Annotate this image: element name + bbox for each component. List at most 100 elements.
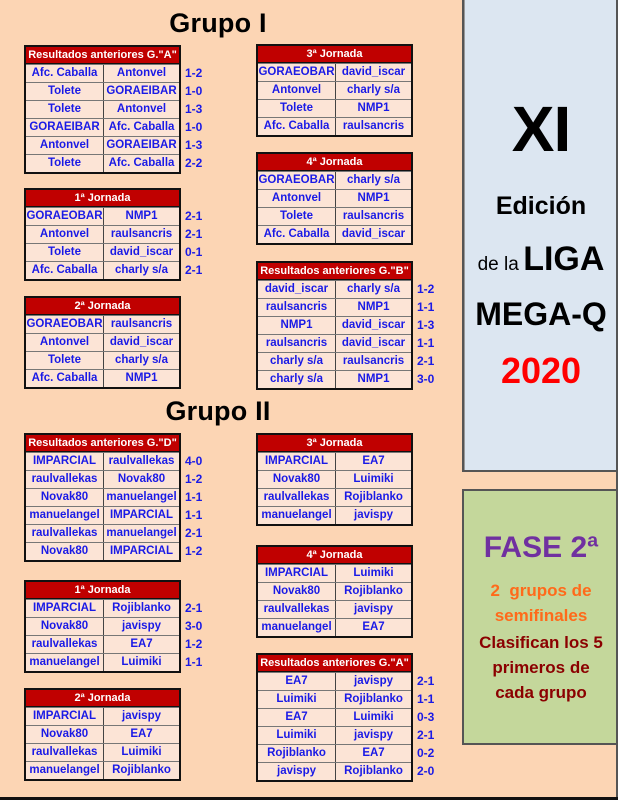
home-team: Novak80 [258,583,336,600]
match-score: 1-0 [185,84,203,98]
match-row: raulvallekas Novak80 [26,470,179,488]
away-team: manuelangel [106,527,177,539]
fixture-table: Resultados anteriores G."A" Afc. Caballa A… [24,45,181,174]
match-score [413,564,443,582]
match-score: 1-3 [185,138,203,152]
match-score: 1-0 [185,120,203,134]
match-row: raulvallekas Luimiki [26,743,179,761]
fixture-table-header: 2ª Jornada [26,690,179,707]
home-team: manuelangel [26,654,104,671]
match-row: Novak80 IMPARCIAL [26,542,179,560]
home-team: Tolete [26,101,104,118]
home-team: manuelangel [258,619,336,636]
away-team: NMP1 [357,102,390,114]
match-row: Tolete NMP1 [258,99,411,117]
match-row: Afc. Caballa NMP1 [26,369,179,387]
match-row: NMP1 david_iscar [258,316,411,334]
match-row: manuelangel Luimiki [26,653,179,671]
match-score: 1-1 [185,490,203,504]
away-team: david_iscar [109,246,174,258]
home-team: charly s/a [258,371,336,388]
match-score: 2-1 [417,728,435,742]
score-column [413,63,443,135]
score-column [413,564,443,636]
away-team: Antonvel [116,103,167,115]
home-team: charly s/a [258,353,336,370]
de-la-text: de la [477,254,519,275]
home-team: Tolete [258,100,336,117]
score-column: 1-2 1-1 1-3 1-1 2-1 3-0 [413,280,443,388]
away-team: Luimiki [121,656,162,668]
match-row: Antonvel NMP1 [258,189,411,207]
home-team: Tolete [26,155,104,172]
fixture-table: Resultados anteriores G."A" EA7 javispy Lui… [256,653,413,782]
home-team: GORAEOBAR [258,64,336,81]
home-team: javispy [258,763,336,780]
match-score: 2-1 [185,526,203,540]
fixture-table-header: Resultados anteriores G."B" [258,263,411,280]
home-team: Antonvel [26,334,104,351]
home-team: Antonvel [26,226,104,243]
home-team: Novak80 [26,726,104,743]
phase-panel: FASE 2ª 2 grupos de semifinales Clasific… [462,489,618,745]
away-team: EA7 [362,747,385,759]
fixture-table: 2ª Jornada IMPARCIAL javispy Novak80 EA7 raul… [24,688,181,781]
score-column [413,452,443,524]
match-score [413,582,443,600]
home-team: GORAEOBAR [258,172,336,189]
fixture-table-header: 4ª Jornada [258,547,411,564]
match-row: Luimiki Rojiblanko [258,690,411,708]
home-team: Afc. Caballa [258,118,336,135]
home-team: IMPARCIAL [258,565,336,582]
score-column: 1-2 1-0 1-3 1-0 1-3 2-2 [181,64,211,172]
home-team: manuelangel [26,762,104,779]
away-team: Rojiblanko [112,602,171,614]
home-team: Tolete [26,244,104,261]
match-score [413,207,443,225]
match-score [413,452,443,470]
away-team: Antonvel [116,67,167,79]
home-team: david_iscar [258,281,336,298]
phase-note-line-3: cada grupo [495,683,587,702]
liga-text: LIGA [523,240,605,278]
away-team: david_iscar [341,337,406,349]
away-team: EA7 [130,728,153,740]
match-row: Tolete raulsancris [258,207,411,225]
match-row: EA7 Luimiki [258,708,411,726]
match-score: 2-0 [417,764,435,778]
home-team: EA7 [258,709,336,726]
away-team: javispy [354,675,393,687]
phase-subtitle-line-1: 2 grupos de [490,581,592,600]
match-row: Novak80 javispy [26,617,179,635]
home-team: manuelangel [26,507,104,524]
match-row: raulvallekas manuelangel [26,524,179,542]
match-score [181,725,211,743]
match-score [181,369,211,387]
home-team: Novak80 [258,471,336,488]
match-row: Luimiki javispy [258,726,411,744]
fixture-table: 4ª Jornada GORAEOBAR charly s/a Antonvel NMP… [256,152,413,245]
phase-title: FASE 2ª [483,531,599,564]
match-row: javispy Rojiblanko [258,762,411,780]
match-row: IMPARCIAL Luimiki [258,564,411,582]
match-score: 1-1 [417,336,435,350]
home-team: IMPARCIAL [26,600,104,617]
home-team: Novak80 [26,543,104,560]
match-row: raulvallekas javispy [258,600,411,618]
match-row: manuelangel IMPARCIAL [26,506,179,524]
match-score [181,351,211,369]
score-column: 4-0 1-2 1-1 1-1 2-1 1-2 [181,452,211,560]
home-team: raulsancris [258,299,336,316]
home-team: Luimiki [258,691,336,708]
match-row: Rojiblanko EA7 [258,744,411,762]
home-team: Tolete [26,352,104,369]
match-score: 2-1 [185,227,203,241]
home-team: GORAEOBAR [26,208,104,225]
away-team: Luimiki [353,473,394,485]
home-team: Antonvel [258,82,336,99]
away-team: raulsancris [342,355,405,367]
match-score [413,99,443,117]
match-score [413,470,443,488]
match-score: 2-1 [185,209,203,223]
away-team: david_iscar [341,66,406,78]
